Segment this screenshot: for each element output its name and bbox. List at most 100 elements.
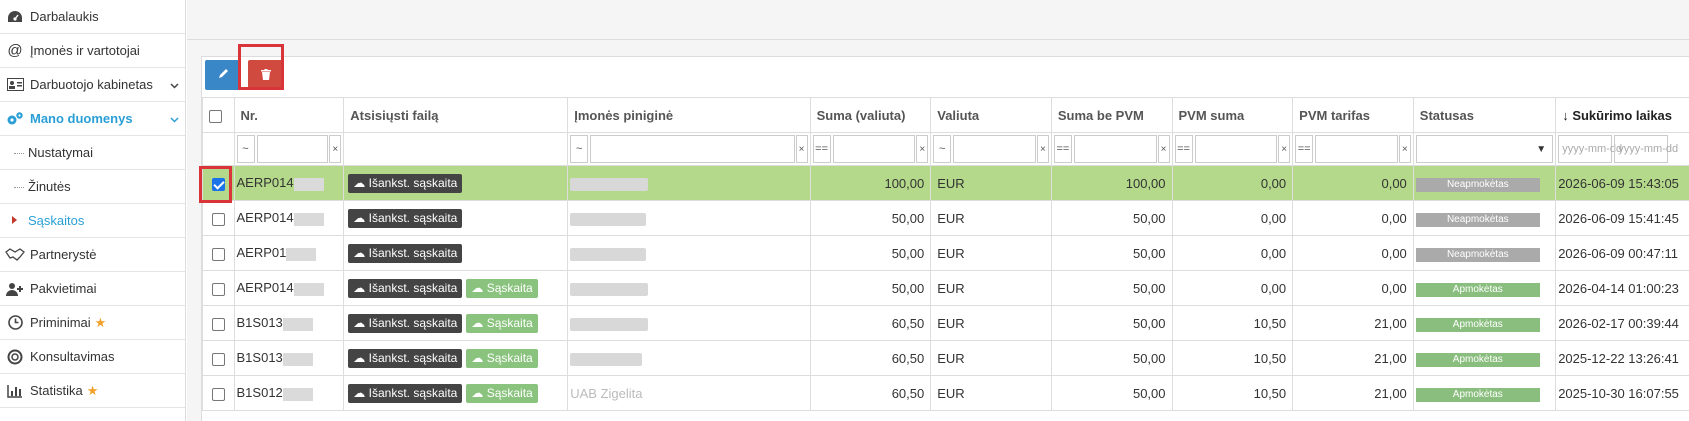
row-select-cell[interactable] — [202, 270, 235, 306]
col-header-download[interactable]: Atsisiųsti failą — [343, 97, 569, 133]
col-header-created[interactable]: ↓ Sukūrimo laikas — [1555, 97, 1689, 133]
sidebar-item-darbalaukis[interactable]: Darbalaukis — [0, 0, 185, 34]
proforma-download-button[interactable]: ☁ Išankst. sąskaita — [348, 173, 463, 193]
filter-net-input[interactable] — [1073, 135, 1157, 163]
row-select-cell[interactable] — [202, 375, 235, 411]
filter-clear[interactable]: × — [1278, 135, 1291, 163]
edit-button[interactable] — [205, 60, 241, 90]
filter-clear[interactable]: × — [916, 135, 929, 163]
sidebar-item-priminimai[interactable]: Priminimai ★ — [0, 306, 185, 340]
cell-sum: 60,50 — [809, 340, 932, 376]
id-card-icon — [4, 78, 26, 91]
table-row[interactable]: AERP014 ☁ Išankst. sąskaita 100,00 EUR 100,0… — [202, 165, 1689, 201]
row-checkbox[interactable] — [211, 352, 225, 366]
filter-vat-input[interactable] — [1194, 135, 1278, 163]
cell-nr: B1S012 — [233, 375, 345, 411]
col-header-currency[interactable]: Valiuta — [930, 97, 1052, 133]
pencil-icon — [217, 68, 229, 83]
proforma-download-button[interactable]: ☁ Išankst. sąskaita — [348, 313, 463, 333]
col-header-wallet[interactable]: Įmonės piniginė — [567, 97, 811, 133]
row-checkbox[interactable] — [211, 282, 225, 296]
cell-wallet — [567, 305, 811, 341]
invoice-download-button[interactable]: ☁ Sąskaita — [466, 383, 538, 403]
row-checkbox[interactable] — [211, 387, 225, 401]
table-row[interactable]: AERP01 ☁ Išankst. sąskaita 50,00 EUR 50,00 0,… — [202, 235, 1689, 271]
invoice-download-button[interactable]: ☁ Sąskaita — [466, 313, 538, 333]
star-icon: ★ — [86, 382, 99, 398]
sidebar-sub-nustatymai[interactable]: Nustatymai — [0, 136, 185, 170]
invoice-label: Sąskaita — [486, 316, 533, 330]
filter-date-from[interactable]: yyyy-mm-dd — [1558, 135, 1622, 163]
invoice-download-button[interactable]: ☁ Sąskaita — [466, 278, 538, 298]
select-all-cell[interactable] — [202, 97, 235, 133]
col-header-vat-rate[interactable]: PVM tarifas — [1292, 97, 1414, 133]
filter-date-to[interactable]: yyyy-mm-dd — [1614, 135, 1678, 163]
filter-op[interactable]: == — [1295, 135, 1314, 163]
filter-op[interactable]: == — [812, 135, 831, 163]
col-header-status[interactable]: Statusas — [1412, 97, 1557, 133]
filter-clear[interactable]: × — [329, 135, 342, 163]
proforma-download-button[interactable]: ☁ Išankst. sąskaita — [348, 348, 463, 368]
row-select-cell[interactable] — [202, 200, 235, 236]
invoice-download-button[interactable]: ☁ Sąskaita — [466, 348, 538, 368]
proforma-download-button[interactable]: ☁ Išankst. sąskaita — [348, 383, 463, 403]
sidebar-item-label: Mano duomenys — [30, 111, 133, 126]
cell-nr: AERP01 — [233, 235, 345, 271]
sidebar-sub-zinutes[interactable]: Žinutės — [0, 170, 185, 204]
row-checkbox[interactable] — [211, 212, 225, 226]
filter-op[interactable]: ~ — [570, 135, 589, 163]
filter-clear[interactable]: × — [1157, 135, 1170, 163]
invoices-table: Nr. Atsisiųsti failą Įmonės piniginė Sum… — [202, 97, 1689, 411]
filter-currency-input[interactable] — [953, 135, 1036, 163]
table-row[interactable]: AERP014 ☁ Išankst. sąskaita ☁ Sąskaita 50,0… — [202, 270, 1689, 306]
filter-nr-input[interactable] — [256, 135, 329, 163]
bar-chart-icon — [4, 384, 26, 398]
proforma-download-button[interactable]: ☁ Išankst. sąskaita — [348, 243, 463, 263]
sidebar-item-statistika[interactable]: Statistika ★ — [0, 374, 185, 408]
filter-wallet-input[interactable] — [590, 135, 795, 163]
cloud-download-icon: ☁ — [471, 351, 484, 365]
sidebar-item-label: Pakvietimai — [30, 281, 97, 296]
sidebar-item-konsultavimas[interactable]: Konsultavimas — [0, 340, 185, 374]
delete-button-highlight — [238, 44, 284, 90]
cell-vat: 10,50 — [1171, 305, 1294, 341]
sidebar-sub-saskaitos[interactable]: Sąskaitos — [0, 204, 185, 238]
col-header-nr[interactable]: Nr. — [233, 97, 345, 133]
row-checkbox[interactable] — [211, 317, 225, 331]
proforma-download-button[interactable]: ☁ Išankst. sąskaita — [348, 278, 463, 298]
sidebar-item-mano-duomenys[interactable]: Mano duomenys — [0, 102, 185, 136]
status-badge: Neapmokėtas — [1415, 247, 1540, 262]
filter-clear[interactable]: × — [1398, 135, 1411, 163]
sidebar-item-partneryste[interactable]: Partnerystė — [0, 238, 185, 272]
sidebar-item-pakvietimai[interactable]: Pakvietimai — [0, 272, 185, 306]
filter-op[interactable]: == — [1053, 135, 1072, 163]
row-select-cell[interactable] — [202, 305, 235, 341]
filter-op[interactable]: ~ — [933, 135, 952, 163]
table-row[interactable]: B1S012 ☁ Išankst. sąskaita ☁ Sąskaita UAB Z… — [202, 375, 1689, 411]
sidebar-item-darbuotojo-kabinetas[interactable]: Darbuotojo kabinetas — [0, 68, 185, 102]
row-select-cell[interactable] — [202, 340, 235, 376]
nr-redacted — [286, 247, 317, 261]
table-row[interactable]: B1S013 ☁ Išankst. sąskaita ☁ Sąskaita 60,50… — [202, 340, 1689, 376]
cell-status: Apmokėtas — [1412, 305, 1557, 341]
filter-clear[interactable]: × — [795, 135, 808, 163]
wallet-redacted — [570, 247, 647, 261]
select-all-checkbox[interactable] — [209, 109, 222, 123]
col-header-sum[interactable]: Suma (valiuta) — [809, 97, 932, 133]
filter-clear[interactable]: × — [1036, 135, 1049, 163]
filter-op[interactable]: ~ — [236, 135, 255, 163]
table-row[interactable]: B1S013 ☁ Išankst. sąskaita ☁ Sąskaita 60,50… — [202, 305, 1689, 341]
cell-net: 50,00 — [1050, 305, 1173, 341]
filter-status-select[interactable]: ▼ — [1415, 135, 1554, 163]
col-header-vat[interactable]: PVM suma — [1171, 97, 1294, 133]
filter-status: ▼ — [1412, 132, 1557, 166]
proforma-download-button[interactable]: ☁ Išankst. sąskaita — [348, 208, 463, 228]
row-select-cell[interactable] — [202, 235, 235, 271]
filter-sum-input[interactable] — [832, 135, 916, 163]
filter-op[interactable]: == — [1174, 135, 1193, 163]
sidebar-item-imones[interactable]: @ Įmonės ir vartotojai — [0, 34, 185, 68]
row-checkbox[interactable] — [211, 247, 225, 261]
table-row[interactable]: AERP014 ☁ Išankst. sąskaita 50,00 EUR 50,00 0… — [202, 200, 1689, 236]
col-header-net[interactable]: Suma be PVM — [1050, 97, 1173, 133]
filter-rate-input[interactable] — [1315, 135, 1398, 163]
